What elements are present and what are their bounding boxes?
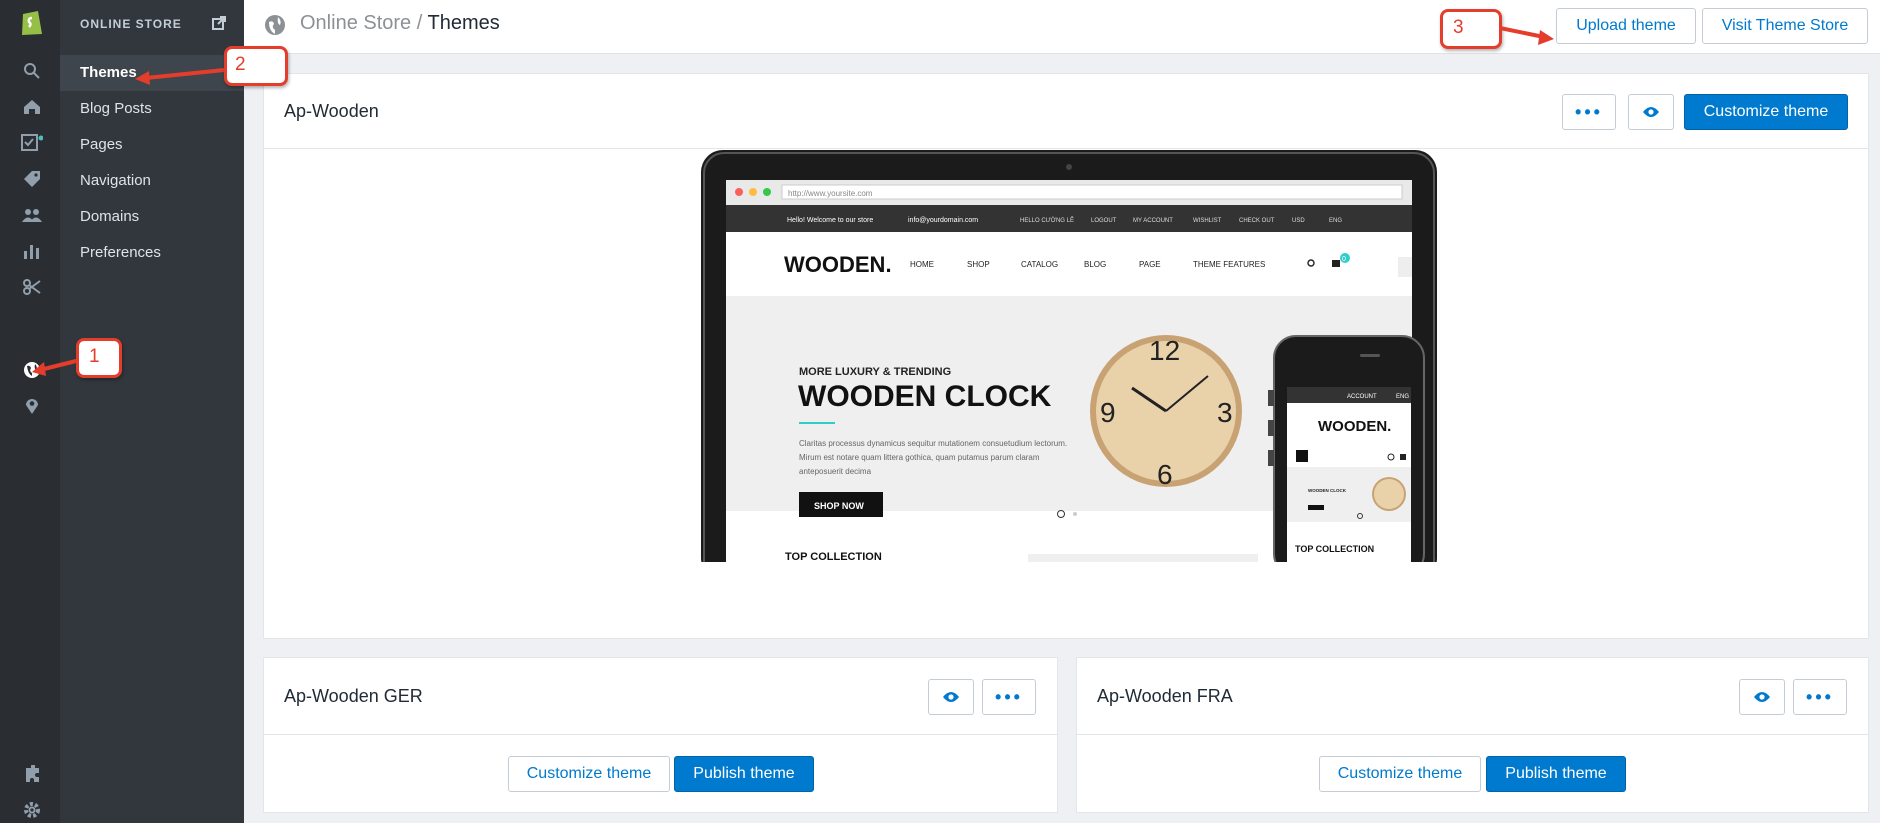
customize-theme-button[interactable]: Customize theme xyxy=(508,756,670,792)
preview-top-link: HELLO CƯỜNG LÊ xyxy=(1020,216,1074,224)
preview-clock-number: 6 xyxy=(1157,459,1173,490)
preview-clock-number: 9 xyxy=(1100,397,1116,428)
preview-phone-logo: WOODEN. xyxy=(1318,418,1391,435)
eye-icon xyxy=(1643,107,1659,117)
preview-cart-count: 0 xyxy=(1342,256,1346,263)
publish-theme-button[interactable]: Publish theme xyxy=(1486,756,1626,792)
preview-top-link: MY ACCOUNT xyxy=(1133,218,1173,224)
preview-phone-clock-title: WOODEN CLOCK xyxy=(1308,488,1347,493)
eye-icon xyxy=(1754,692,1770,702)
sidebar-item-domains[interactable]: Domains xyxy=(60,199,244,235)
discounts-icon[interactable] xyxy=(18,273,46,301)
theme-actions-button[interactable]: ••• xyxy=(1793,679,1847,715)
annotation-badge: 3 xyxy=(1440,9,1502,49)
preview-theme-button[interactable] xyxy=(928,679,974,715)
preview-clock-number: 12 xyxy=(1149,335,1180,366)
annotation-arrow xyxy=(1499,26,1554,45)
customize-theme-button[interactable]: Customize theme xyxy=(1684,94,1848,130)
shopify-logo[interactable] xyxy=(18,8,46,36)
card-divider xyxy=(1077,734,1868,735)
preview-phone-section: TOP COLLECTION xyxy=(1295,544,1374,554)
preview-logo: WOODEN. xyxy=(784,252,892,277)
customize-theme-button[interactable]: Customize theme xyxy=(1319,756,1481,792)
analytics-icon[interactable] xyxy=(18,237,46,265)
apps-icon[interactable] xyxy=(18,760,46,788)
preview-hero-title: WOODEN CLOCK xyxy=(798,380,1052,413)
current-theme-card: Ap-Wooden ••• Customize theme http://www… xyxy=(264,74,1868,638)
preview-menu-item: THEME FEATURES xyxy=(1193,260,1265,269)
preview-menu-item: HOME xyxy=(910,260,934,269)
preview-menu-item: CATALOG xyxy=(1021,260,1058,269)
visit-theme-store-button[interactable]: Visit Theme Store xyxy=(1702,8,1868,44)
preview-top-link: LOGOUT xyxy=(1091,218,1117,224)
annotation-arrow xyxy=(135,68,225,85)
search-icon[interactable] xyxy=(18,57,46,85)
theme-name: Ap-Wooden GER xyxy=(284,686,423,706)
more-icon: ••• xyxy=(1806,687,1834,707)
tag-icon[interactable] xyxy=(18,165,46,193)
preview-hero-button: SHOP NOW xyxy=(814,501,864,511)
preview-phone-account: ACCOUNT xyxy=(1347,394,1377,400)
publish-theme-button[interactable]: Publish theme xyxy=(674,756,814,792)
preview-top-link: ENG xyxy=(1329,218,1342,224)
online-store-icon xyxy=(264,14,286,41)
annotation-arrow xyxy=(32,358,81,376)
sidebar-header: ONLINE STORE xyxy=(80,17,182,31)
preview-menu-item: PAGE xyxy=(1139,260,1161,269)
sidebar-item-preferences[interactable]: Preferences xyxy=(60,235,244,271)
preview-top-link: USD xyxy=(1292,218,1305,224)
card-divider xyxy=(264,734,1057,735)
page-title: Themes xyxy=(427,12,500,34)
preview-hero-kicker: MORE LUXURY & TRENDING xyxy=(799,366,951,378)
online-store-sidebar: ONLINE STORE Themes Blog Posts Pages Nav… xyxy=(60,0,244,823)
annotation-badge: 1 xyxy=(76,338,122,378)
eye-icon xyxy=(943,692,959,702)
theme-preview-image: http://www.yoursite.com Hello! Welcome t… xyxy=(264,150,1864,562)
preview-url: http://www.yoursite.com xyxy=(788,189,873,198)
more-icon: ••• xyxy=(1575,102,1603,122)
sidebar-item-blog-posts[interactable]: Blog Posts xyxy=(60,91,244,127)
theme-card-fra: Ap-Wooden FRA ••• Customize theme Publis… xyxy=(1077,658,1868,812)
preview-welcome: Hello! Welcome to our store xyxy=(787,217,873,224)
breadcrumb: Online Store / Themes xyxy=(300,12,500,35)
more-icon: ••• xyxy=(995,687,1023,707)
breadcrumb-parent[interactable]: Online Store / xyxy=(300,12,422,34)
theme-actions-button[interactable]: ••• xyxy=(1562,94,1616,130)
preview-clock-number: 3 xyxy=(1217,397,1233,428)
preview-top-link: CHECK OUT xyxy=(1239,218,1275,224)
preview-theme-button[interactable] xyxy=(1628,94,1674,130)
upload-theme-button[interactable]: Upload theme xyxy=(1556,8,1696,44)
card-divider xyxy=(264,148,1868,149)
preview-hero-text: Mirum est notare quam littera gothica, q… xyxy=(799,453,1040,462)
preview-email: info@yourdomain.com xyxy=(908,217,978,224)
theme-name: Ap-Wooden xyxy=(284,101,379,121)
preview-top-link: WISHLIST xyxy=(1193,218,1222,224)
sidebar-item-pages[interactable]: Pages xyxy=(60,127,244,163)
preview-menu-item: SHOP xyxy=(967,260,990,269)
sidebar-item-navigation[interactable]: Navigation xyxy=(60,163,244,199)
top-bar: Online Store / Themes Upload theme Visit… xyxy=(244,0,1880,54)
settings-icon[interactable] xyxy=(18,796,46,823)
preview-phone-lang: ENG xyxy=(1396,394,1409,400)
location-icon[interactable] xyxy=(18,392,46,420)
annotation-badge: 2 xyxy=(224,46,288,86)
orders-icon[interactable] xyxy=(18,129,46,157)
theme-actions-button[interactable]: ••• xyxy=(982,679,1036,715)
external-link-icon[interactable] xyxy=(212,16,226,35)
preview-hero-text: Claritas processus dynamicus sequitur mu… xyxy=(799,439,1067,448)
preview-hero-text: anteposuerit decima xyxy=(799,467,872,476)
preview-theme-button[interactable] xyxy=(1739,679,1785,715)
customers-icon[interactable] xyxy=(18,201,46,229)
home-icon[interactable] xyxy=(18,93,46,121)
preview-menu-item: BLOG xyxy=(1084,260,1106,269)
theme-card-ger: Ap-Wooden GER ••• Customize theme Publis… xyxy=(264,658,1057,812)
theme-name: Ap-Wooden FRA xyxy=(1097,686,1233,706)
icon-rail xyxy=(0,0,60,823)
preview-section-title: TOP COLLECTION xyxy=(785,551,882,562)
